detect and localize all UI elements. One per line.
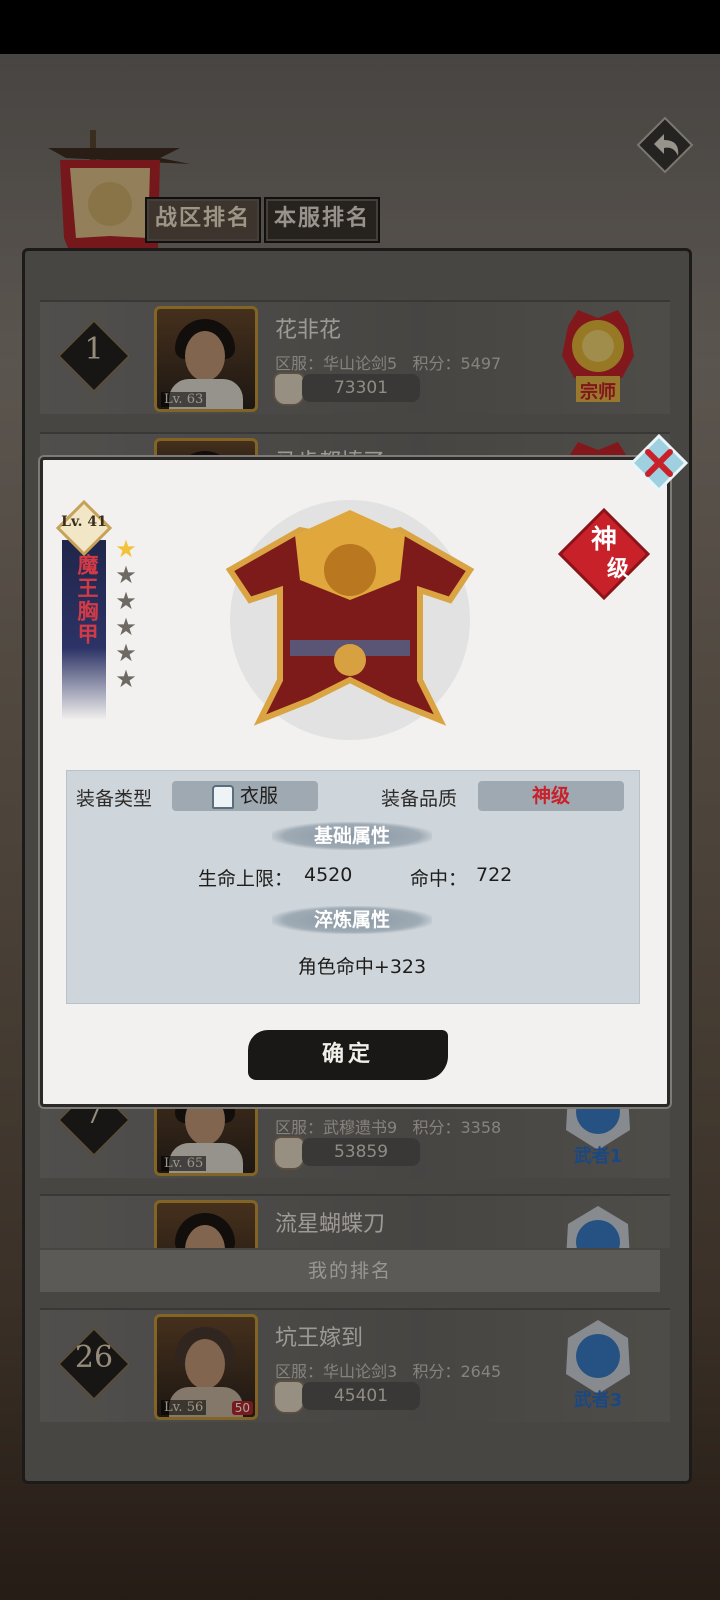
star-rating: ★ ★ ★ ★ ★ ★ bbox=[112, 536, 140, 692]
demon-breastplate-icon bbox=[225, 500, 475, 740]
item-name: 魔王胸甲 bbox=[75, 554, 99, 646]
equipment-type-value: 衣服 bbox=[172, 781, 318, 811]
base-attributes-title: 基础属性 bbox=[272, 822, 432, 850]
equipment-type-label: 装备类型 bbox=[76, 788, 153, 810]
equipment-quality-label: 装备品质 bbox=[381, 788, 458, 810]
equipment-quality-value: 神级 bbox=[478, 781, 624, 811]
close-icon[interactable] bbox=[630, 434, 688, 492]
hp-max-label: 生命上限： bbox=[198, 868, 294, 890]
star-icon: ★ bbox=[115, 561, 137, 589]
star-icon: ★ bbox=[115, 535, 137, 563]
star-icon: ★ bbox=[115, 613, 137, 641]
grade-seal-text-1: 神 bbox=[591, 525, 617, 555]
star-icon: ★ bbox=[115, 587, 137, 615]
clothes-icon bbox=[211, 784, 234, 809]
hit-label: 命中： bbox=[410, 868, 468, 890]
star-icon: ★ bbox=[115, 639, 137, 667]
divine-grade-seal-icon: 神 级 bbox=[557, 507, 651, 601]
grade-seal-text-2: 级 bbox=[607, 556, 629, 582]
confirm-button[interactable]: 确定 bbox=[248, 1030, 448, 1080]
hit-value: 722 bbox=[476, 864, 513, 886]
item-level: Lv. 41 bbox=[61, 514, 107, 530]
refine-attributes-title: 淬炼属性 bbox=[272, 906, 432, 934]
refine-stat: 角色命中+323 bbox=[297, 956, 427, 978]
hp-max-value: 4520 bbox=[304, 864, 353, 886]
star-icon: ★ bbox=[115, 665, 137, 693]
